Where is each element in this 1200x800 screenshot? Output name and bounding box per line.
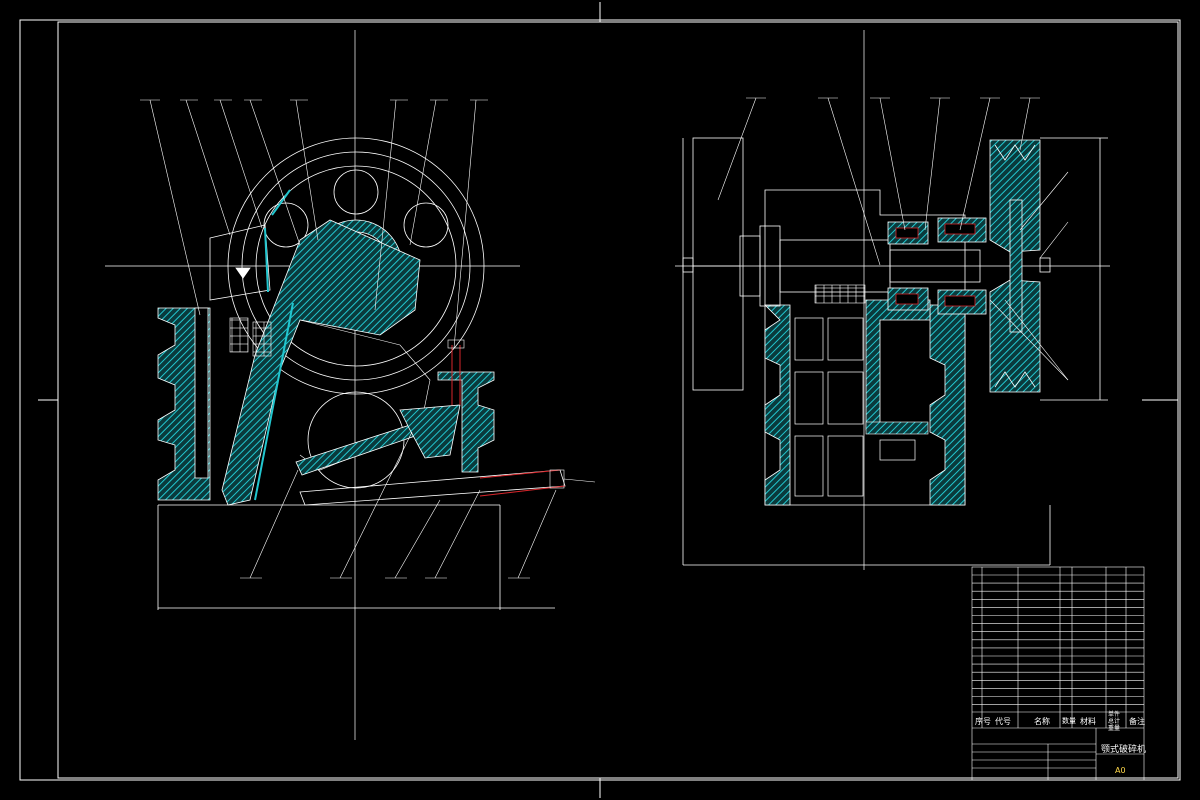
header-code: 代号 [995,717,1011,726]
side-view [105,30,596,740]
header-qty: 数量 [1062,717,1076,725]
header-seq: 序号 [975,717,991,726]
header-name: 名称 [1034,717,1050,726]
centerlines-left [105,30,520,740]
toggle-plate [295,424,419,476]
header-weight: 单件 总计 重量 [1108,711,1121,732]
sheet-size: A0 [1115,766,1126,775]
fixed-jaw-plate [194,307,209,479]
drawing-title: 颚式破碎机 [1101,745,1147,755]
header-material: 材料 [1080,717,1096,726]
front-view [675,30,1110,570]
header-remark: 备注 [1129,717,1145,726]
cad-drawing-canvas [19,2,1181,798]
scale-ruler [814,284,866,304]
base-left [157,504,555,610]
hopper [209,224,271,301]
